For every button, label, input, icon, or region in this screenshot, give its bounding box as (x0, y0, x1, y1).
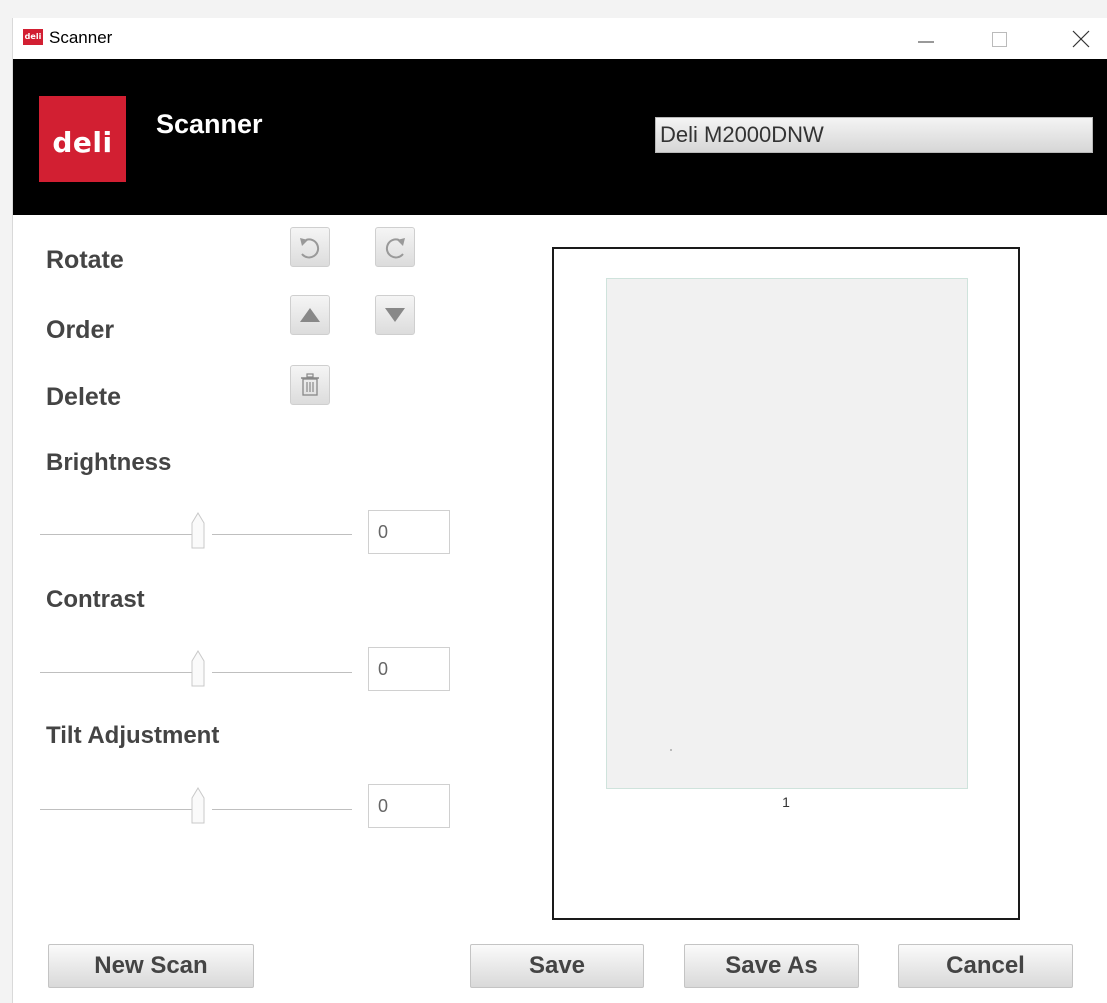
preview-pane: 1 (552, 247, 1020, 920)
rotate-left-icon (300, 238, 320, 259)
title-bar: deli Scanner (13, 18, 1107, 59)
slider-track (212, 672, 352, 673)
contrast-label: Contrast (46, 586, 145, 613)
delete-button[interactable] (290, 365, 330, 405)
save-as-button[interactable]: Save As (684, 944, 859, 988)
brightness-slider[interactable] (40, 512, 352, 550)
rotate-right-button[interactable] (375, 227, 415, 267)
minimize-icon (918, 41, 934, 43)
move-down-button[interactable] (375, 295, 415, 335)
page-mark (670, 749, 672, 751)
page-thumbnail[interactable] (606, 278, 968, 789)
move-up-button[interactable] (290, 295, 330, 335)
tilt-adjustment-slider[interactable] (40, 787, 352, 825)
window-title: Scanner (49, 28, 113, 47)
tilt-adjustment-value[interactable]: 0 (368, 784, 450, 828)
new-scan-button[interactable]: New Scan (48, 944, 254, 988)
rotate-label: Rotate (46, 246, 124, 274)
slider-track (40, 534, 192, 535)
tilt-adjustment-label: Tilt Adjustment (46, 722, 220, 749)
slider-thumb-icon[interactable] (187, 785, 209, 825)
slider-track (212, 809, 352, 810)
slider-track (40, 672, 192, 673)
page-number: 1 (782, 794, 790, 810)
contrast-slider[interactable] (40, 650, 352, 688)
slider-thumb-icon[interactable] (187, 648, 209, 688)
header-title: Scanner (156, 109, 263, 139)
rotate-right-icon (385, 238, 405, 259)
close-icon (1072, 30, 1090, 48)
save-button[interactable]: Save (470, 944, 644, 988)
rotate-left-button[interactable] (290, 227, 330, 267)
cancel-button[interactable]: Cancel (898, 944, 1073, 988)
minimize-button[interactable] (906, 22, 946, 56)
brightness-label: Brightness (46, 449, 172, 476)
device-select[interactable]: Deli M2000DNW (655, 117, 1093, 153)
slider-thumb-icon[interactable] (187, 510, 209, 550)
move-up-icon (300, 308, 320, 322)
scanner-window: deli Scanner deli Scanner Deli M2000DNW … (12, 18, 1107, 1003)
contrast-value[interactable]: 0 (368, 647, 450, 691)
trash-icon (301, 373, 319, 396)
deli-logo: deli (39, 96, 126, 182)
app-icon: deli (23, 29, 43, 45)
header-bar: deli Scanner Deli M2000DNW (13, 59, 1107, 215)
close-button[interactable] (1061, 22, 1101, 56)
brightness-value[interactable]: 0 (368, 510, 450, 554)
slider-track (212, 534, 352, 535)
maximize-icon (992, 32, 1007, 47)
delete-label: Delete (46, 383, 122, 411)
order-label: Order (46, 316, 115, 344)
maximize-button[interactable] (979, 22, 1019, 56)
move-down-icon (385, 308, 405, 322)
slider-track (40, 809, 192, 810)
